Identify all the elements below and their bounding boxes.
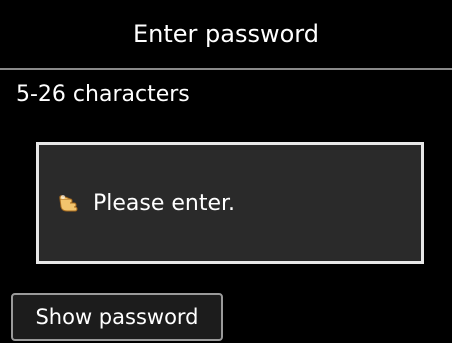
header-divider	[0, 68, 452, 70]
password-placeholder: Please enter.	[93, 190, 236, 216]
screen-title: Enter password	[0, 0, 452, 68]
length-hint: 5-26 characters	[16, 82, 190, 107]
screen-title-text: Enter password	[133, 20, 319, 48]
pointing-hand-icon	[57, 190, 83, 216]
show-password-button[interactable]: Show password	[11, 293, 223, 341]
show-password-label: Show password	[35, 305, 199, 329]
password-input[interactable]: Please enter.	[36, 142, 424, 264]
